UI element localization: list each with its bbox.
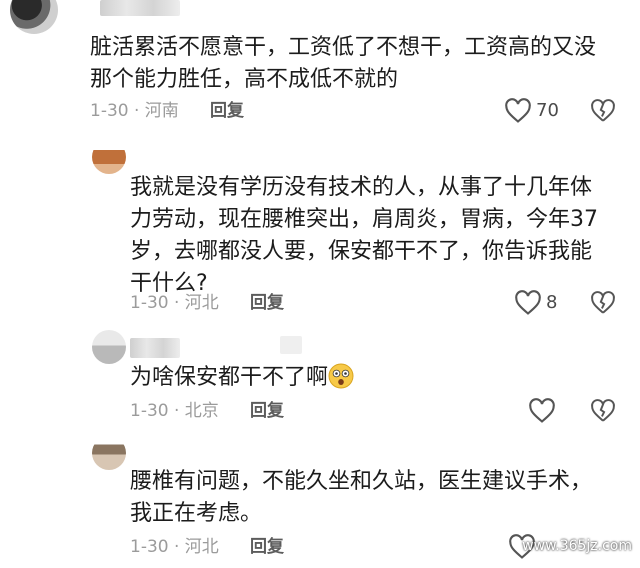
like-count: 70 [536, 100, 559, 121]
username-blurred[interactable] [130, 338, 180, 358]
astonished-face-icon [328, 363, 354, 389]
comment-text-content: 为啥保安都干不了啊 [130, 365, 329, 390]
avatar[interactable] [92, 436, 126, 470]
like-button[interactable]: 8 [514, 290, 557, 316]
heart-icon [528, 398, 556, 424]
comment-meta: 1-30 · 河北 [130, 293, 219, 313]
reply-button[interactable]: 回复 [250, 400, 284, 422]
heart-icon [504, 98, 532, 124]
broken-heart-icon[interactable] [590, 290, 616, 316]
heart-icon [514, 290, 542, 316]
comment-text: 为啥保安都干不了啊 [130, 362, 354, 394]
like-button[interactable]: 70 [504, 98, 559, 124]
comment-text: 脏活累活不愿意干，工资低了不想干，工资高的又没 那个能力胜任，高不成低不就的 [90, 35, 597, 92]
comment-text: 腰椎有问题，不能久坐和久站，医生建议手术， 我正在考虑。 [130, 469, 593, 526]
username-badge-blurred [280, 336, 302, 354]
broken-heart-icon[interactable] [590, 98, 616, 124]
site-watermark: www.365jz.com [522, 538, 632, 554]
comment-text: 我就是没有学历没有技术的人，从事了十几年体 力劳动，现在腰椎突出，肩周炎，胃病，… [130, 175, 598, 296]
comment-meta: 1-30 · 河南 [90, 101, 179, 121]
broken-heart-icon[interactable] [590, 398, 616, 424]
like-count: 8 [546, 292, 558, 313]
reply-button[interactable]: 回复 [250, 536, 284, 558]
avatar[interactable] [92, 330, 126, 364]
avatar[interactable] [10, 0, 58, 34]
avatar[interactable] [92, 140, 126, 174]
username-blurred[interactable] [100, 0, 180, 16]
comment-meta: 1-30 · 北京 [130, 401, 219, 421]
reply-button[interactable]: 回复 [250, 292, 284, 314]
reply-button[interactable]: 回复 [210, 100, 244, 122]
comment-meta: 1-30 · 河北 [130, 537, 219, 557]
like-button[interactable] [528, 398, 556, 424]
